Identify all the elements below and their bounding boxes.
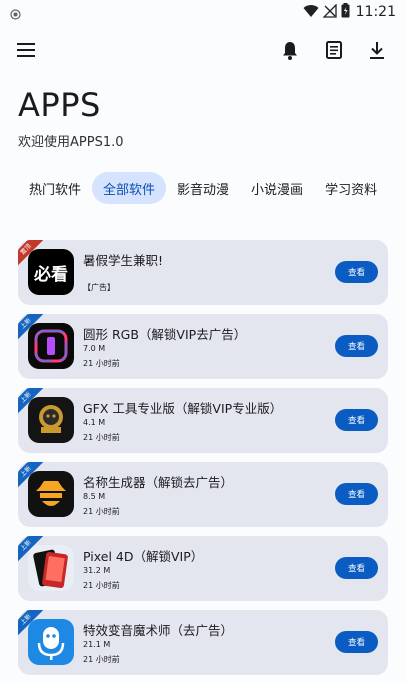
app-updated-time: 21 小时前 — [83, 581, 120, 590]
app-name: 圆形 RGB（解锁VIP去广告） — [83, 327, 247, 342]
tab-video-anime[interactable]: 影音动漫 — [166, 172, 240, 204]
app-icon — [28, 545, 74, 591]
list-item[interactable]: 上新 Pixel 4D（解锁VIP） 31.2 M 21 小时前 查看 — [18, 536, 388, 601]
notes-icon[interactable] — [322, 38, 346, 62]
app-list: 置顶 必看 暑假学生兼职! 【广告】 查看 上新 圆形 RGB（解锁VIP去广告… — [18, 240, 388, 683]
view-button[interactable]: 查看 — [335, 409, 378, 431]
no-signal-icon — [322, 2, 337, 22]
bell-icon[interactable] — [278, 38, 302, 62]
app-name: 名称生成器（解锁去广告） — [83, 475, 234, 490]
app-icon — [28, 397, 74, 443]
list-item[interactable]: 上新 GFX 工具专业版（解锁VIP专业版） 4.1 M 21 小时前 查看 — [18, 388, 388, 453]
tab-all-apps[interactable]: 全部软件 — [92, 172, 167, 204]
category-tabs: 热门软件 全部软件 影音动漫 小说漫画 学习资料 — [18, 172, 388, 204]
tab-novel-comics[interactable]: 小说漫画 — [240, 172, 314, 204]
view-button[interactable]: 查看 — [335, 335, 378, 357]
app-name: Pixel 4D（解锁VIP） — [83, 549, 204, 564]
battery-icon — [341, 2, 350, 22]
app-name: 暑假学生兼职! — [83, 253, 164, 268]
app-size: 7.0 M — [83, 344, 106, 353]
view-button[interactable]: 查看 — [335, 483, 378, 505]
view-button[interactable]: 查看 — [335, 631, 378, 653]
view-button[interactable]: 查看 — [335, 261, 378, 283]
menu-icon[interactable] — [14, 38, 38, 62]
app-icon: 必看 — [28, 249, 74, 295]
list-item[interactable]: 上新 特效变音魔术师（去广告） 21.1 M 21 小时前 查看 — [18, 610, 388, 675]
list-item[interactable]: 上新 名称生成器（解锁去广告） 8.5 M 21 小时前 查看 — [18, 462, 388, 527]
app-updated-time: 21 小时前 — [83, 359, 120, 368]
wifi-icon — [303, 3, 319, 22]
download-icon[interactable] — [365, 38, 389, 62]
app-size: 8.5 M — [83, 492, 106, 501]
app-size: 4.1 M — [83, 418, 106, 427]
app-size: 31.2 M — [83, 566, 111, 575]
view-button[interactable]: 查看 — [335, 557, 378, 579]
app-name: 特效变音魔术师（去广告） — [83, 623, 234, 638]
tab-study-materials[interactable]: 学习资料 — [314, 172, 388, 204]
app-updated-time: 21 小时前 — [83, 433, 120, 442]
app-icon — [28, 323, 74, 369]
list-item[interactable]: 置顶 必看 暑假学生兼职! 【广告】 查看 — [18, 240, 388, 305]
tab-hot-apps[interactable]: 热门软件 — [18, 172, 92, 204]
app-icon-text: 必看 — [34, 264, 68, 285]
shield-status-icon — [10, 5, 21, 20]
status-time: 11:21 — [355, 4, 396, 20]
status-bar: 11:21 — [0, 0, 406, 24]
app-updated-time: 21 小时前 — [83, 507, 120, 516]
app-icon — [28, 619, 74, 665]
top-toolbar — [0, 28, 406, 72]
app-name: GFX 工具专业版（解锁VIP专业版） — [83, 401, 283, 416]
list-item[interactable]: 上新 圆形 RGB（解锁VIP去广告） 7.0 M 21 小时前 查看 — [18, 314, 388, 379]
app-size: 21.1 M — [83, 640, 111, 649]
app-icon — [28, 471, 74, 517]
ad-label: 【广告】 — [83, 283, 115, 292]
page-subtitle: 欢迎使用APPS1.0 — [18, 135, 124, 150]
app-updated-time: 21 小时前 — [83, 655, 120, 664]
page-title: APPS — [18, 86, 101, 124]
